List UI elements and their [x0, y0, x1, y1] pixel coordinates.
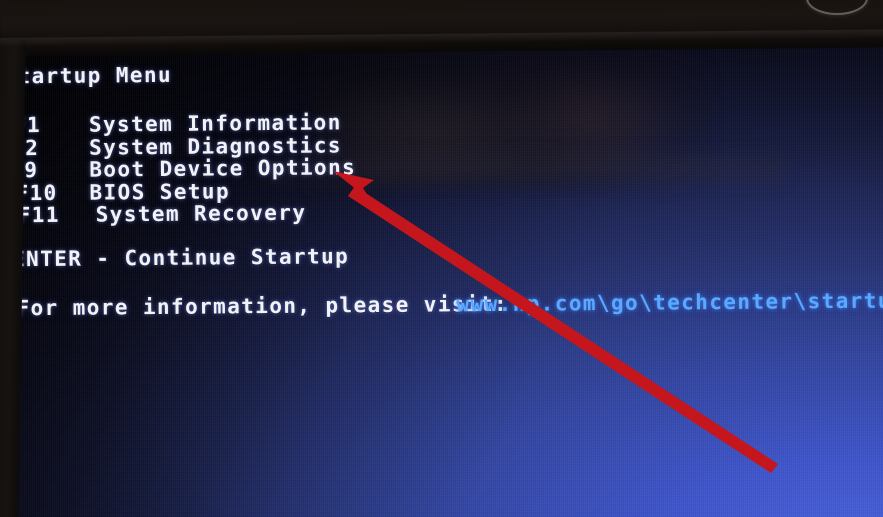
support-url-link[interactable]: www.hp.com\go\techcenter\startup — [456, 288, 883, 316]
help-line: For more information, please visit: www.… — [16, 288, 883, 392]
menu-row-f10[interactable]: F10 BIOS Setup — [15, 179, 230, 205]
bios-text-layer: Startup Menu F1 System Information F2 Sy… — [0, 0, 883, 517]
menu-label-f11: System Recovery — [95, 200, 307, 227]
continue-startup-line[interactable]: ENTER - Continue Startup — [12, 244, 349, 271]
menu-key-f11: F11 — [17, 202, 60, 228]
menu-label-f1: System Information — [88, 110, 342, 137]
menu-row-f11[interactable]: F11 System Recovery — [17, 201, 307, 228]
menu-label-f9: Boot Device Options — [89, 155, 357, 182]
help-text: For more information, please visit: — [16, 291, 509, 321]
bios-startup-menu-photo: Startup Menu F1 System Information F2 Sy… — [0, 0, 883, 517]
page-title: Startup Menu — [3, 62, 173, 89]
monitor-bezel-top — [0, 0, 883, 56]
